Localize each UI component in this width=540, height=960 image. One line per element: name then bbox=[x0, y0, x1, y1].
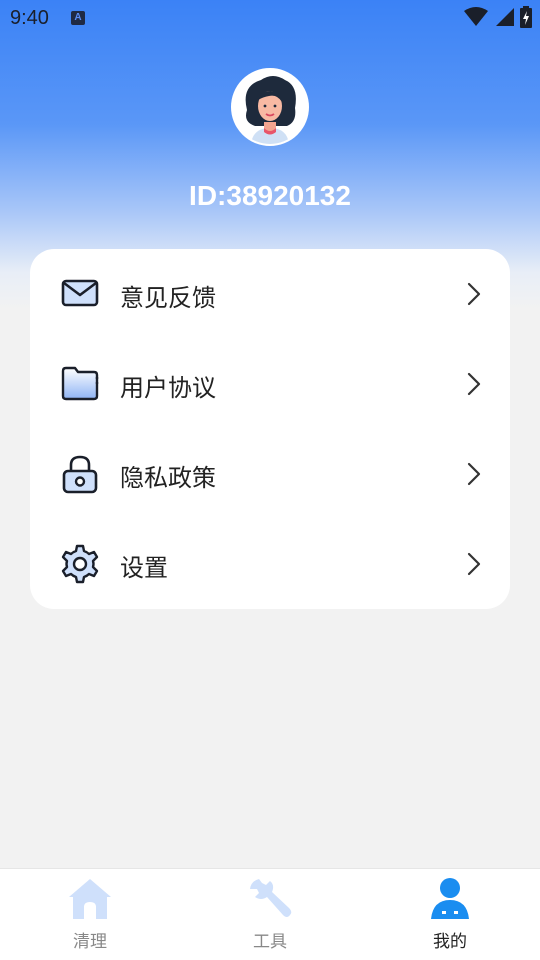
chevron-right-icon bbox=[467, 282, 481, 306]
wifi-icon bbox=[464, 7, 488, 26]
menu-item-label: 意见反馈 bbox=[120, 284, 216, 312]
menu-item-label: 用户协议 bbox=[120, 374, 216, 402]
wrench-icon bbox=[250, 879, 292, 917]
woman-avatar-icon bbox=[233, 70, 307, 144]
menu-item-privacy-policy[interactable]: 隐私政策 bbox=[30, 429, 510, 519]
status-bar: 9:40 A bbox=[0, 0, 540, 36]
tab-label: 清理 bbox=[73, 932, 107, 952]
menu-item-label: 设置 bbox=[120, 554, 168, 582]
folder-icon bbox=[61, 366, 99, 401]
mail-icon bbox=[61, 279, 99, 307]
status-time: 9:40 bbox=[10, 7, 49, 29]
gear-icon bbox=[61, 544, 99, 584]
status-icons bbox=[464, 6, 532, 28]
signal-icon bbox=[496, 8, 514, 26]
menu-card: 意见反馈 用户协议 隐私政策 设置 bbox=[30, 249, 510, 609]
tab-label: 工具 bbox=[253, 932, 287, 952]
user-id: ID:38920132 bbox=[189, 180, 351, 211]
chevron-right-icon bbox=[467, 372, 481, 396]
tab-tools[interactable]: 工具 bbox=[180, 869, 360, 960]
chevron-right-icon bbox=[467, 462, 481, 486]
tab-label: 我的 bbox=[433, 932, 467, 952]
battery-icon bbox=[520, 6, 532, 28]
avatar[interactable] bbox=[231, 68, 309, 146]
tab-mine[interactable]: 我的 bbox=[360, 869, 540, 960]
home-icon bbox=[69, 879, 111, 919]
user-icon bbox=[431, 878, 469, 919]
bottom-tab-bar: 清理 工具 我的 bbox=[0, 868, 540, 960]
notification-badge: A bbox=[71, 11, 85, 25]
menu-item-settings[interactable]: 设置 bbox=[30, 519, 510, 609]
menu-item-user-agreement[interactable]: 用户协议 bbox=[30, 339, 510, 429]
chevron-right-icon bbox=[467, 552, 481, 576]
menu-item-feedback[interactable]: 意见反馈 bbox=[30, 249, 510, 339]
tab-clean[interactable]: 清理 bbox=[0, 869, 180, 960]
menu-item-label: 隐私政策 bbox=[120, 464, 216, 492]
lock-icon bbox=[62, 455, 98, 494]
